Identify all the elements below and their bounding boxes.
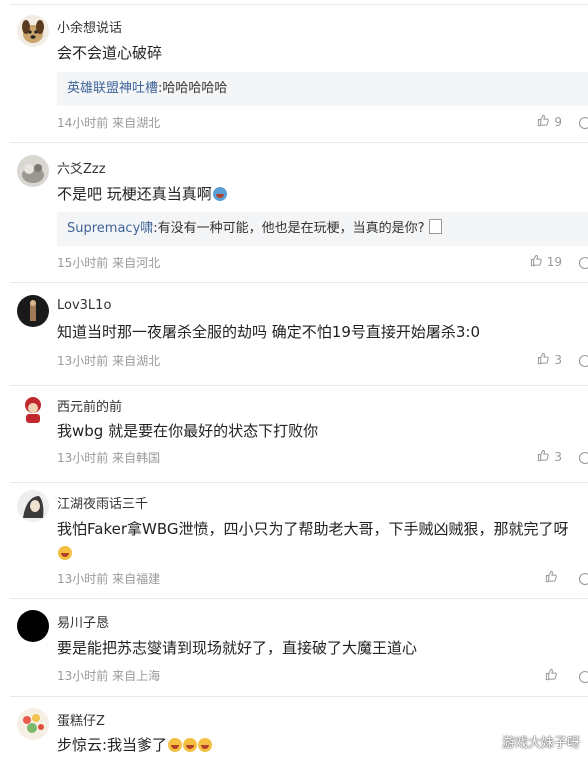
thumbs-up-icon: [537, 449, 550, 465]
share-icon[interactable]: [578, 450, 588, 464]
username[interactable]: 小余想说话: [57, 17, 122, 36]
emoji-icon: [212, 187, 227, 201]
avatar[interactable]: [17, 15, 49, 47]
like-count: 9: [554, 115, 562, 129]
comment-text: 不是吧 玩梗还真当真啊: [57, 182, 580, 206]
avatar[interactable]: [17, 708, 49, 740]
username[interactable]: 易川子恳: [57, 612, 109, 631]
comment-meta: 13小时前 来自湖北: [57, 354, 161, 368]
divider: [10, 696, 588, 697]
thumbs-up-icon: [545, 668, 558, 684]
divider: [10, 4, 588, 5]
like-count: 19: [546, 255, 562, 269]
comment-text: 知道当时那一夜屠杀全服的劫吗 确定不怕19号直接开始屠杀3:0: [57, 323, 480, 341]
avatar[interactable]: [17, 610, 49, 642]
comment-text-body: 步惊云:我当爹了: [57, 736, 168, 754]
avatar[interactable]: [17, 295, 49, 327]
divider: [10, 598, 588, 599]
emoji-icon: [183, 738, 198, 752]
like-button[interactable]: 3: [537, 352, 562, 368]
comment-meta: 13小时前 来自韩国: [57, 451, 161, 465]
comment-meta: 13小时前 来自上海: [57, 669, 161, 683]
comment-meta: 14小时前 来自湖北: [57, 116, 161, 130]
comment-meta: 13小时前 来自福建: [57, 572, 161, 586]
emoji-icon: [168, 738, 183, 752]
comment-item: 蛋糕仔Z 步惊云:我当爹了: [0, 696, 588, 761]
thumbs-up-icon: [537, 114, 550, 130]
comment-item: 西元前的前 我wbg 就是要在你最好的状态下打败你 13小时前 来自韩国 3: [0, 385, 588, 482]
comment-text: 要是能把苏志燮请到现场就好了，直接破了大魔王道心: [57, 639, 418, 657]
share-icon[interactable]: [578, 255, 588, 269]
like-button[interactable]: 3: [537, 449, 562, 465]
comment-item: 江湖夜雨话三千 我怕Faker拿WBG泄愤，四小只为了帮助老大哥，下手贼凶贼狠，…: [0, 482, 588, 598]
reply-username[interactable]: 英雄联盟神吐槽: [67, 81, 158, 96]
thumbs-up-icon: [530, 254, 543, 270]
divider: [10, 142, 588, 143]
like-count: 3: [554, 450, 562, 464]
divider: [10, 385, 588, 386]
reply-text: :哈哈哈哈哈: [158, 81, 228, 96]
like-button[interactable]: [545, 570, 562, 586]
reply-preview[interactable]: Supremacy啸:有没有一种可能，他也是在玩梗，当真的是你?: [57, 212, 588, 246]
emoji-icon: [58, 546, 72, 560]
username[interactable]: 六爻Zzz: [57, 158, 106, 177]
comment-text: 我怕Faker拿WBG泄愤，四小只为了帮助老大哥，下手贼凶贼狠，那就完了呀: [57, 517, 580, 565]
sticker-icon: [428, 219, 442, 234]
like-button[interactable]: [545, 668, 562, 684]
share-icon[interactable]: [578, 115, 588, 129]
like-button[interactable]: 9: [537, 114, 562, 130]
divider: [10, 482, 588, 483]
username[interactable]: 蛋糕仔Z: [57, 710, 105, 729]
watermark: 游戏大妹子呀: [501, 736, 580, 751]
comment-text-body: 我怕Faker拿WBG泄愤，四小只为了帮助老大哥，下手贼凶贼狠，那就完了呀: [57, 520, 569, 538]
reply-preview[interactable]: 英雄联盟神吐槽:哈哈哈哈哈: [57, 72, 588, 106]
comment-text-body: 不是吧 玩梗还真当真啊: [57, 185, 212, 203]
avatar[interactable]: [17, 490, 49, 522]
reply-username[interactable]: Supremacy啸: [67, 221, 153, 236]
divider: [10, 282, 588, 283]
comment-item: 六爻Zzz 不是吧 玩梗还真当真啊 Supremacy啸:有没有一种可能，他也是…: [0, 142, 588, 282]
thumbs-up-icon: [537, 352, 550, 368]
comment-text: 会不会道心破碎: [57, 44, 163, 62]
share-icon[interactable]: [578, 353, 588, 367]
like-count: 3: [554, 353, 562, 367]
comment-meta: 15小时前 来自河北: [57, 256, 161, 270]
comment-item: 易川子恳 要是能把苏志燮请到现场就好了，直接破了大魔王道心 13小时前 来自上海: [0, 598, 588, 696]
avatar[interactable]: [17, 393, 49, 425]
comment-item: 小余想说话 会不会道心破碎 英雄联盟神吐槽:哈哈哈哈哈 14小时前 来自湖北 9: [0, 0, 588, 142]
reply-text: :有没有一种可能，他也是在玩梗，当真的是你?: [153, 221, 425, 236]
share-icon[interactable]: [578, 669, 588, 683]
like-button[interactable]: 19: [530, 254, 562, 270]
username[interactable]: Lov3L1o: [57, 298, 111, 313]
username[interactable]: 西元前的前: [57, 396, 122, 415]
comment-text: 我wbg 就是要在你最好的状态下打败你: [57, 422, 319, 440]
emoji-icon: [198, 738, 213, 752]
avatar[interactable]: [17, 155, 49, 187]
thumbs-up-icon: [545, 570, 558, 586]
share-icon[interactable]: [578, 571, 588, 585]
comment-item: Lov3L1o 知道当时那一夜屠杀全服的劫吗 确定不怕19号直接开始屠杀3:0 …: [0, 282, 588, 385]
username[interactable]: 江湖夜雨话三千: [57, 493, 148, 512]
